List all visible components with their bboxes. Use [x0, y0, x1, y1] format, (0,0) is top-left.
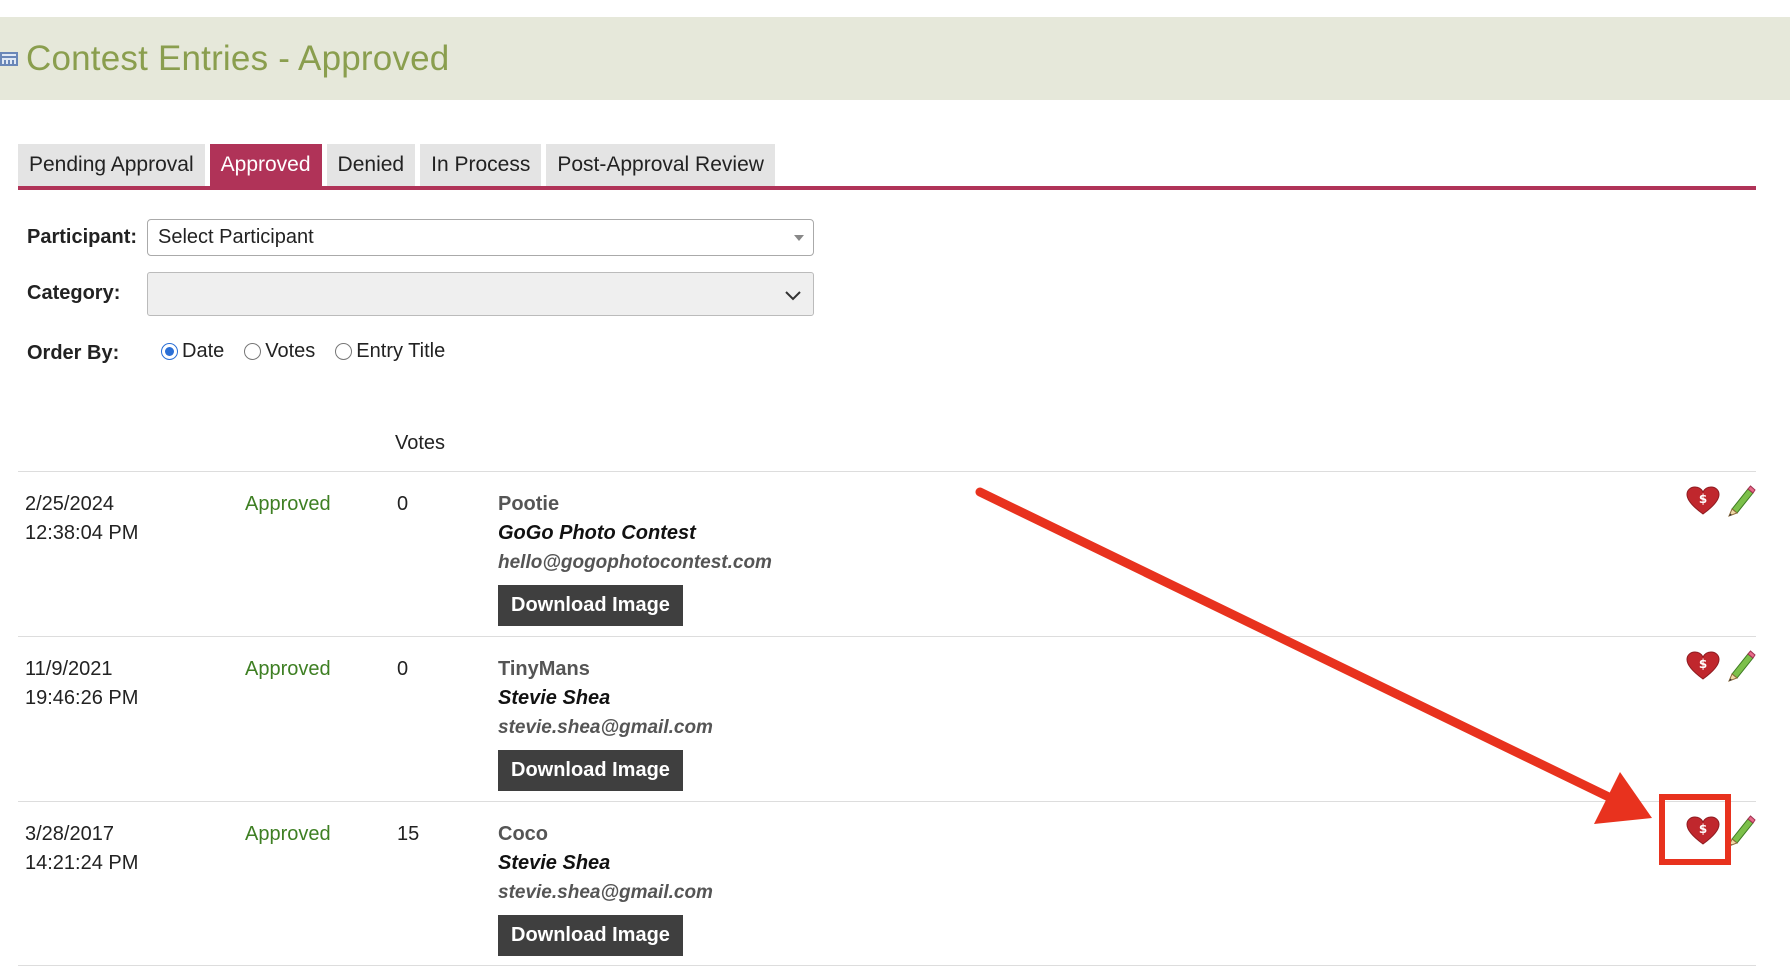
radio-label: Votes — [265, 340, 316, 362]
entry-date-day: 3/28/2017 — [25, 823, 114, 845]
entry-date: 2/25/2024 12:38:04 PM — [25, 490, 138, 548]
heart-dollar-icon[interactable]: $ — [1686, 651, 1720, 681]
row-actions: $ — [1686, 650, 1756, 682]
order-by-votes[interactable]: Votes — [244, 340, 315, 363]
status-tabs: Pending Approval Approved Denied In Proc… — [18, 140, 1756, 190]
entry-date: 3/28/2017 14:21:24 PM — [25, 820, 138, 878]
radio-button[interactable] — [161, 343, 178, 360]
row-actions: $ — [1686, 485, 1756, 517]
entry-date-time: 12:38:04 PM — [25, 522, 139, 544]
entry-date-time: 14:21:24 PM — [25, 852, 139, 874]
status-badge: Approved — [245, 823, 331, 845]
entry-details: Pootie GoGo Photo Contest hello@gogophot… — [498, 490, 772, 626]
tab-label: Approved — [220, 153, 311, 176]
participant-select[interactable]: Select Participant — [147, 219, 814, 256]
status-badge: Approved — [245, 493, 331, 515]
order-by-date[interactable]: Date — [161, 340, 224, 363]
svg-text:$: $ — [1699, 657, 1707, 671]
category-label: Category: — [27, 282, 121, 304]
pencil-icon[interactable] — [1726, 650, 1756, 682]
tab-post-approval-review[interactable]: Post-Approval Review — [546, 144, 775, 186]
vote-count: 0 — [397, 493, 409, 515]
table-row: 11/9/2021 19:46:26 PM Approved 0 TinyMan… — [18, 636, 1756, 801]
page-header: Contest Entries - Approved — [0, 17, 1790, 100]
download-image-button[interactable]: Download Image — [498, 585, 683, 626]
chevron-down-icon — [785, 291, 801, 301]
table-row: 2/25/2024 12:38:04 PM Approved 0 Pootie … — [18, 471, 1756, 636]
annotation-highlight-box — [1659, 794, 1731, 865]
entry-date-day: 2/25/2024 — [25, 493, 114, 515]
entry-email: hello@gogophotocontest.com — [498, 552, 772, 573]
order-by-label: Order By: — [27, 342, 120, 364]
radio-button[interactable] — [244, 343, 262, 360]
pencil-icon[interactable] — [1726, 485, 1756, 517]
heart-dollar-icon[interactable]: $ — [1686, 486, 1720, 516]
download-image-button[interactable]: Download Image — [498, 915, 683, 956]
category-select[interactable] — [147, 272, 814, 316]
table-row: 3/28/2017 14:21:24 PM Approved 15 Coco S… — [18, 801, 1756, 966]
entry-date: 11/9/2021 19:46:26 PM — [25, 655, 138, 713]
entry-title: TinyMans — [498, 658, 590, 680]
entry-details: TinyMans Stevie Shea stevie.shea@gmail.c… — [498, 655, 713, 791]
tab-label: Pending Approval — [29, 153, 194, 176]
entry-author: GoGo Photo Contest — [498, 522, 696, 544]
tab-approved[interactable]: Approved — [209, 144, 322, 186]
caret-down-icon — [794, 235, 804, 241]
participant-label: Participant: — [27, 226, 138, 248]
tab-denied[interactable]: Denied — [326, 144, 416, 186]
tab-in-process[interactable]: In Process — [420, 144, 542, 186]
tab-label: Post-Approval Review — [557, 153, 764, 176]
participant-select-value: Select Participant — [158, 226, 314, 248]
votes-column-header: Votes — [395, 432, 446, 454]
entry-date-time: 19:46:26 PM — [25, 687, 139, 709]
entry-email: stevie.shea@gmail.com — [498, 882, 713, 903]
radio-label: Date — [182, 340, 225, 362]
entry-title: Pootie — [498, 493, 560, 515]
page-title: Contest Entries - Approved — [26, 38, 450, 78]
svg-text:$: $ — [1699, 492, 1707, 506]
entry-author: Stevie Shea — [498, 687, 611, 709]
entry-title: Coco — [498, 823, 548, 845]
calendar-icon — [0, 51, 18, 66]
tab-label: Denied — [337, 153, 405, 176]
tab-pending-approval[interactable]: Pending Approval — [18, 144, 205, 186]
radio-label: Entry Title — [356, 340, 446, 362]
tab-label: In Process — [431, 153, 531, 176]
entry-date-day: 11/9/2021 — [25, 658, 113, 680]
status-badge: Approved — [245, 658, 331, 680]
vote-count: 15 — [397, 823, 420, 845]
order-by-entry-title[interactable]: Entry Title — [335, 340, 445, 363]
download-image-button[interactable]: Download Image — [498, 750, 683, 791]
page: Contest Entries - Approved Pending Appro… — [0, 0, 1790, 970]
vote-count: 0 — [397, 658, 409, 680]
entry-details: Coco Stevie Shea stevie.shea@gmail.com D… — [498, 820, 713, 956]
entry-email: stevie.shea@gmail.com — [498, 717, 713, 738]
entry-author: Stevie Shea — [498, 852, 611, 874]
order-by-options: Date Votes Entry Title — [161, 340, 465, 363]
radio-button[interactable] — [335, 343, 353, 360]
